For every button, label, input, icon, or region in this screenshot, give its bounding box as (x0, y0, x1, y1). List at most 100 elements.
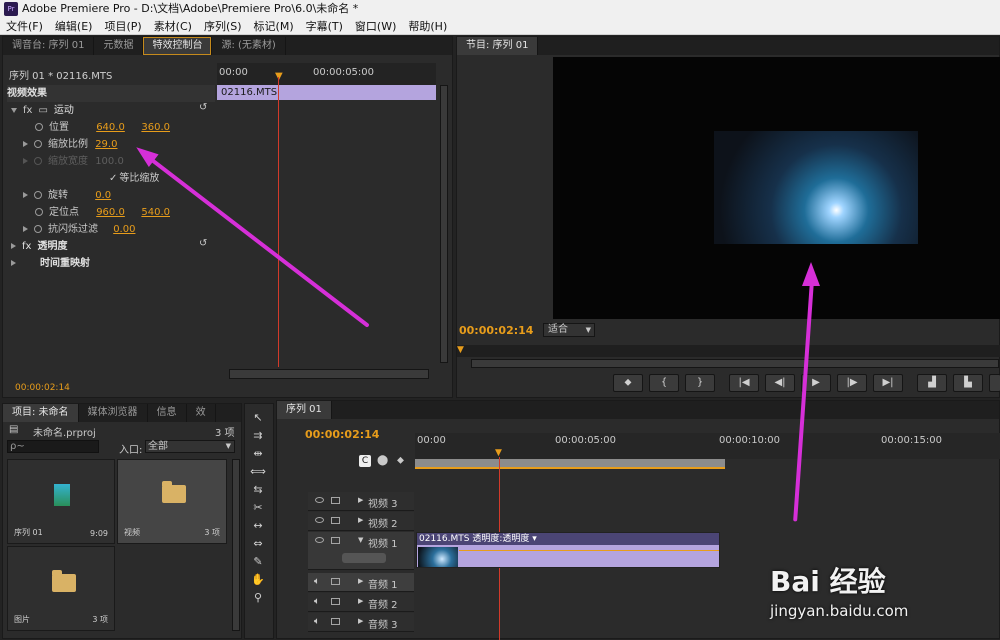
program-timecode[interactable]: 00:00:02:14 (459, 324, 533, 337)
film-icon[interactable] (331, 537, 340, 544)
program-playhead-icon[interactable]: ▼ (457, 345, 464, 355)
audio-clip-icon[interactable] (331, 598, 340, 605)
position-x-value[interactable]: 640.0 (96, 119, 138, 136)
selection-tool-icon[interactable]: ↖ (250, 410, 266, 426)
opacity-line[interactable] (459, 550, 719, 551)
tab-media-browser[interactable]: 媒体浏览器 (79, 404, 148, 422)
slip-tool-icon[interactable]: ↔ (250, 518, 266, 534)
timeline-timecode[interactable]: 00:00:02:14 (305, 428, 379, 441)
step-forward-button[interactable]: |▶ (837, 374, 867, 392)
menu-marker[interactable]: 标记(M) (248, 18, 300, 35)
menu-clip[interactable]: 素材(C) (148, 18, 198, 35)
export-frame-button[interactable] (989, 374, 1000, 392)
scale-value[interactable]: 29.0 (95, 139, 117, 150)
effect-scrollbar[interactable] (229, 369, 429, 379)
project-item-sequence[interactable]: 序列 01 9:09 (7, 459, 115, 544)
menu-project[interactable]: 项目(P) (98, 18, 147, 35)
stopwatch-icon[interactable] (34, 191, 42, 199)
film-icon[interactable] (331, 517, 340, 524)
snap-icon[interactable]: C (359, 455, 371, 467)
tab-audio-mixer[interactable]: 调音台: 序列 01 (3, 37, 95, 55)
rate-stretch-tool-icon[interactable]: ⇆ (250, 482, 266, 498)
mark-out-button[interactable]: } (685, 374, 715, 392)
expand-icon[interactable] (23, 141, 28, 147)
eye-icon[interactable] (315, 497, 324, 503)
effect-vscrollbar[interactable] (440, 85, 448, 363)
step-back-button[interactable]: ◀| (765, 374, 795, 392)
hand-tool-icon[interactable]: ✋ (250, 572, 266, 588)
speaker-icon[interactable]: 🔈︎ (314, 616, 320, 627)
slide-tool-icon[interactable]: ⇔ (250, 536, 266, 552)
audio-clip-icon[interactable] (331, 618, 340, 625)
expand-icon[interactable] (23, 192, 28, 198)
anchor-y-value[interactable]: 540.0 (141, 207, 170, 218)
fit-dropdown[interactable]: 适合 ▼ (543, 323, 595, 337)
position-y-value[interactable]: 360.0 (141, 122, 170, 133)
opacity-row[interactable]: fx 透明度 (11, 238, 67, 255)
tab-metadata[interactable]: 元数据 (94, 37, 144, 55)
expand-icon[interactable] (11, 107, 17, 113)
menu-file[interactable]: 文件(F) (0, 18, 49, 35)
razor-tool-icon[interactable]: ✂ (250, 500, 266, 516)
menu-help[interactable]: 帮助(H) (402, 18, 453, 35)
stopwatch-icon[interactable] (35, 208, 43, 216)
lift-button[interactable]: ▟ (917, 374, 947, 392)
stopwatch-icon[interactable] (34, 225, 42, 233)
stopwatch-icon[interactable] (35, 123, 43, 131)
track-select-tool-icon[interactable]: ⇉ (250, 428, 266, 444)
marker-icon[interactable]: ⬤ (377, 455, 388, 466)
effect-timecode[interactable]: 00:00:02:14 (15, 383, 70, 393)
menu-title[interactable]: 字幕(T) (300, 18, 349, 35)
zoom-tool-icon[interactable]: ⚲ (250, 590, 266, 606)
project-scrollbar[interactable] (232, 459, 240, 631)
expand-icon[interactable] (11, 260, 16, 266)
expand-icon[interactable]: ▶ (358, 496, 363, 504)
flicker-value[interactable]: 0.00 (113, 224, 135, 235)
pen-tool-icon[interactable]: ✎ (250, 554, 266, 570)
tab-project[interactable]: 项目: 未命名 (3, 404, 79, 422)
rolling-edit-tool-icon[interactable]: ⟺ (250, 464, 266, 480)
keyframe-nav[interactable] (342, 553, 386, 563)
stopwatch-icon[interactable] (34, 140, 42, 148)
video-clip[interactable]: 02116.MTS 透明度:透明度 ▾ (416, 532, 720, 568)
time-remap-row[interactable]: 时间重映射 (11, 255, 90, 272)
go-to-out-button[interactable]: ▶| (873, 374, 903, 392)
expand-icon[interactable]: ▶ (358, 617, 363, 625)
tab-effect-controls[interactable]: 特效控制台 (143, 37, 213, 55)
audio-clip-icon[interactable] (331, 578, 340, 585)
expand-icon[interactable]: ▶ (358, 597, 363, 605)
mark-in-button[interactable]: { (649, 374, 679, 392)
expand-icon[interactable] (23, 226, 28, 232)
reset-icon[interactable]: ↺ (199, 102, 207, 113)
ripple-edit-tool-icon[interactable]: ⇹ (250, 446, 266, 462)
tab-effects[interactable]: 效 (187, 404, 216, 422)
speaker-icon[interactable]: 🔈︎ (314, 576, 320, 587)
search-input[interactable]: ρ~ (7, 440, 99, 453)
checkbox-checked-icon[interactable]: ✓ (109, 173, 117, 184)
film-icon[interactable] (331, 497, 340, 504)
project-item-video-bin[interactable]: 视频 3 项 (117, 459, 227, 544)
entry-dropdown[interactable]: 全部 ▼ (145, 440, 235, 453)
eye-icon[interactable] (315, 517, 324, 523)
menu-edit[interactable]: 编辑(E) (49, 18, 99, 35)
tab-source[interactable]: 源: (无素材) (212, 37, 286, 55)
expand-icon[interactable]: ▼ (358, 536, 363, 544)
speaker-icon[interactable]: 🔈︎ (314, 596, 320, 607)
menu-sequence[interactable]: 序列(S) (198, 18, 248, 35)
project-item-image-bin[interactable]: 图片 3 项 (7, 546, 115, 631)
eye-icon[interactable] (315, 537, 324, 543)
motion-row[interactable]: fx ▭ 运动 (11, 102, 74, 119)
anchor-x-value[interactable]: 960.0 (96, 204, 138, 221)
program-scrollbar[interactable] (471, 359, 999, 368)
expand-icon[interactable]: ▶ (358, 516, 363, 524)
reset-icon[interactable]: ↺ (199, 238, 207, 249)
rotation-value[interactable]: 0.0 (95, 190, 111, 201)
extract-button[interactable]: ▙ (953, 374, 983, 392)
expand-icon[interactable]: ▶ (358, 577, 363, 585)
add-marker-icon[interactable]: ⬥ (397, 455, 404, 466)
go-to-in-button[interactable]: |◀ (729, 374, 759, 392)
menu-window[interactable]: 窗口(W) (349, 18, 402, 35)
add-marker-button[interactable]: ⬥ (613, 374, 643, 392)
work-area-bar[interactable] (415, 459, 725, 469)
tab-sequence[interactable]: 序列 01 (277, 401, 332, 419)
